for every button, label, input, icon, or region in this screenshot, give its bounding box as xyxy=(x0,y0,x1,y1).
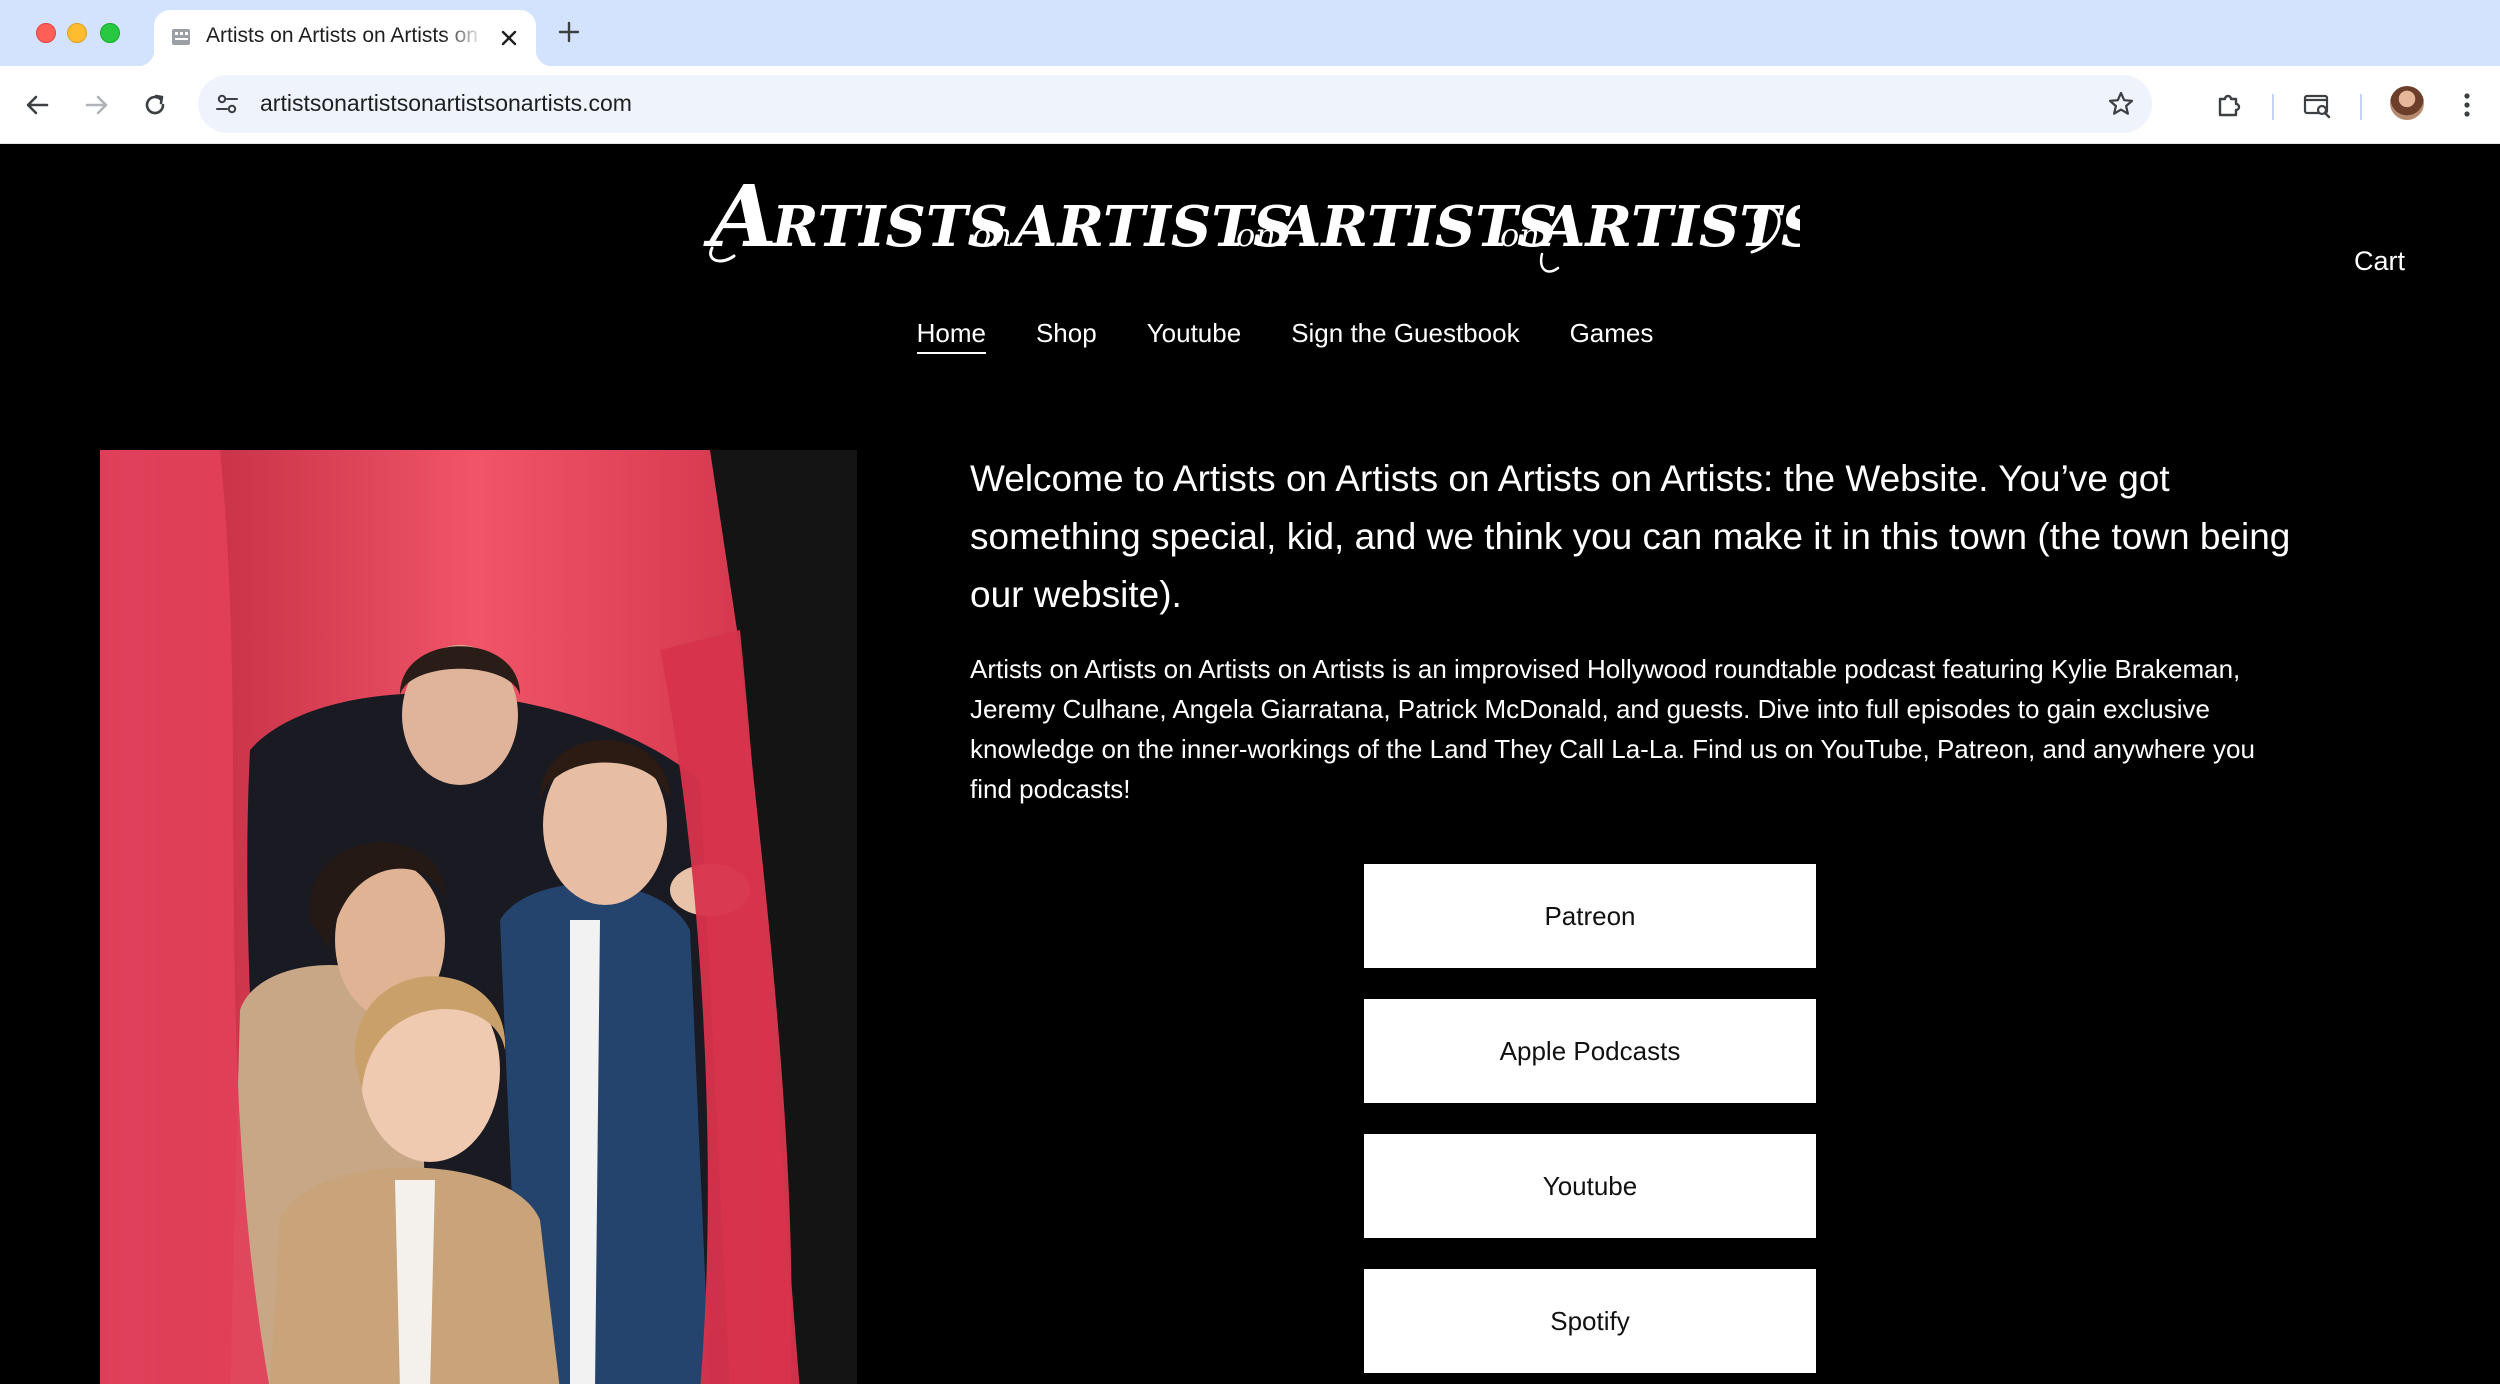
youtube-button[interactable]: Youtube xyxy=(1364,1134,1816,1238)
favicon-icon xyxy=(172,29,190,45)
main-navigation: Home Shop Youtube Sign the Guestbook Gam… xyxy=(0,318,2500,354)
browser-toolbar: artistsonartistsonartistsonartists.com xyxy=(0,66,2500,144)
browser-tab[interactable]: Artists on Artists on Artists on Artists xyxy=(138,10,552,66)
intro-heading: Welcome to Artists on Artists on Artists… xyxy=(970,458,2291,615)
page-content: A RTISTS on ARTISTS on ARTISTS on ARTIST… xyxy=(0,144,2500,1384)
nav-link-shop[interactable]: Shop xyxy=(1036,318,1097,354)
window-minimize-button[interactable] xyxy=(67,23,87,43)
extensions-puzzle-icon[interactable] xyxy=(2212,88,2246,122)
nav-link-youtube[interactable]: Youtube xyxy=(1147,318,1241,354)
toolbar-divider xyxy=(2360,94,2362,120)
patreon-button[interactable]: Patreon xyxy=(1364,864,1816,968)
nav-link-games[interactable]: Games xyxy=(1570,318,1654,354)
nav-link-home[interactable]: Home xyxy=(916,318,986,354)
window-close-button[interactable] xyxy=(36,23,56,43)
address-bar[interactable]: artistsonartistsonartistsonartists.com xyxy=(198,75,2152,133)
tab-search-icon[interactable] xyxy=(2300,88,2334,122)
back-arrow-icon[interactable] xyxy=(20,88,54,122)
forward-arrow-icon[interactable] xyxy=(80,88,114,122)
cart-link[interactable]: Cart xyxy=(2354,246,2405,277)
svg-text:on: on xyxy=(972,216,1012,254)
svg-text:ARTISTS: ARTISTS xyxy=(1537,194,1800,260)
site-settings-icon[interactable] xyxy=(214,91,240,117)
hero-photo-hosts-in-curtains xyxy=(100,450,857,1384)
profile-avatar[interactable] xyxy=(2390,86,2424,120)
svg-text:on: on xyxy=(1236,216,1276,254)
intro-description: Artists on Artists on Artists on Artists… xyxy=(970,654,2255,804)
more-menu-icon[interactable] xyxy=(2450,88,2484,122)
svg-text:A: A xyxy=(703,184,777,267)
spotify-button[interactable]: Spotify xyxy=(1364,1269,1816,1373)
nav-link-guestbook[interactable]: Sign the Guestbook xyxy=(1291,318,1519,354)
site-logo[interactable]: A RTISTS on ARTISTS on ARTISTS on ARTIST… xyxy=(700,184,1800,294)
new-tab-plus-icon[interactable] xyxy=(556,19,582,45)
apple-podcasts-button[interactable]: Apple Podcasts xyxy=(1364,999,1816,1103)
reload-icon[interactable] xyxy=(138,88,172,122)
close-icon[interactable] xyxy=(496,25,522,51)
toolbar-divider xyxy=(2272,94,2274,120)
browser-tab-strip: Artists on Artists on Artists on Artists xyxy=(0,0,2500,66)
window-zoom-button[interactable] xyxy=(100,23,120,43)
url-text[interactable]: artistsonartistsonartistsonartists.com xyxy=(260,90,632,117)
svg-text:on: on xyxy=(1500,216,1540,254)
tab-title: Artists on Artists on Artists on Artists xyxy=(206,24,484,47)
bookmark-star-icon[interactable] xyxy=(2106,89,2136,119)
